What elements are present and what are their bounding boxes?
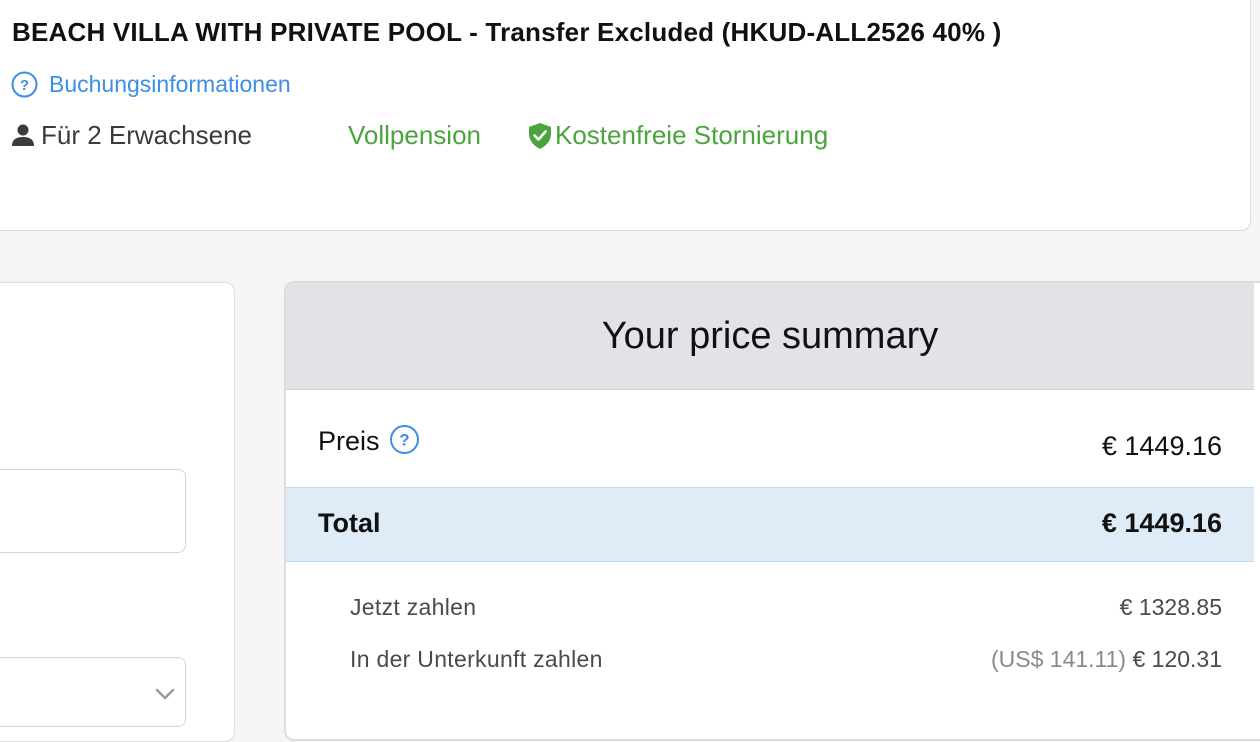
booking-info-label[interactable]: Buchungsinformationen: [49, 71, 291, 98]
room-meta-row: Für 2 Erwachsene Vollpension Kostenfreie…: [11, 120, 1011, 154]
price-row: Preis ? € 1449.16: [286, 390, 1254, 488]
pay-now-row: Jetzt zahlen € 1328.85: [286, 594, 1254, 628]
price-label: Preis: [318, 426, 380, 456]
price-label-wrap: Preis ?: [318, 424, 420, 457]
pay-now-value: € 1328.85: [1119, 594, 1222, 620]
svg-text:?: ?: [20, 77, 29, 94]
pay-now-label: Jetzt zahlen: [350, 594, 477, 620]
pay-at-property-label: In der Unterkunft zahlen: [350, 646, 603, 672]
price-value: € 1449.16: [1101, 431, 1222, 461]
booking-info-link[interactable]: ? Buchungsinformationen: [11, 71, 291, 98]
select-dropdown[interactable]: [0, 657, 186, 727]
pay-at-property-usd: (US$ 141.11): [990, 646, 1127, 672]
pay-at-property-value: € 120.31: [1132, 646, 1222, 672]
chevron-down-icon: [153, 686, 177, 702]
total-row: Total € 1449.16: [286, 487, 1254, 562]
pay-at-property-row: In der Unterkunft zahlen (US$ 141.11) € …: [286, 646, 1254, 680]
price-summary-header: Your price summary: [286, 283, 1254, 390]
price-summary-title: Your price summary: [601, 314, 939, 357]
price-summary-card: Your price summary Preis ? € 1449.16 Tot…: [284, 281, 1260, 741]
free-cancellation-label: Kostenfreie Stornierung: [555, 120, 829, 150]
question-circle-icon[interactable]: ?: [389, 424, 420, 455]
room-title: BEACH VILLA WITH PRIVATE POOL - Transfer…: [12, 17, 1002, 47]
text-input[interactable]: [0, 469, 186, 553]
person-icon: [11, 123, 35, 149]
svg-text:?: ?: [399, 431, 409, 450]
guests-info: Für 2 Erwachsene: [11, 120, 252, 151]
board-type: Vollpension: [348, 120, 481, 150]
guests-label: Für 2 Erwachsene: [41, 120, 252, 150]
shield-check-icon: [527, 122, 553, 150]
total-label: Total: [318, 508, 381, 538]
pay-at-property-values: (US$ 141.11) € 120.31: [991, 646, 1222, 673]
question-circle-icon: ?: [11, 71, 38, 98]
free-cancellation: Kostenfreie Stornierung: [527, 120, 828, 151]
total-value: € 1449.16: [1101, 508, 1222, 538]
